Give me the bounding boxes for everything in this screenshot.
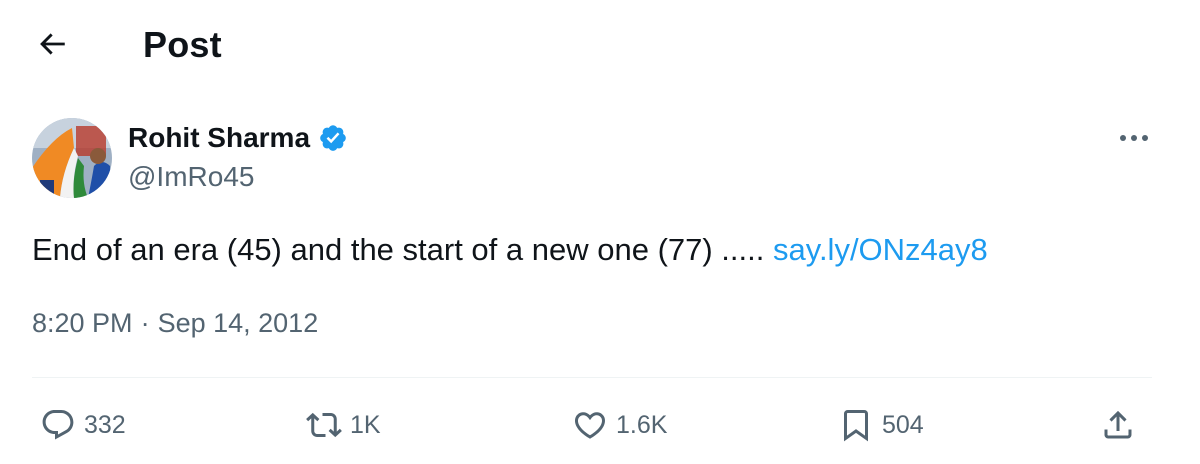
share-button[interactable] bbox=[1100, 400, 1136, 450]
bookmark-icon bbox=[844, 410, 868, 442]
verified-badge-icon[interactable] bbox=[318, 123, 348, 153]
profile-photo bbox=[32, 118, 112, 198]
back-button[interactable] bbox=[30, 22, 74, 66]
post-link[interactable]: say.ly/ONz4ay8 bbox=[773, 232, 988, 267]
repost-icon bbox=[306, 412, 342, 438]
divider bbox=[32, 377, 1152, 378]
meta-separator: · bbox=[140, 308, 150, 338]
author-name[interactable]: Rohit Sharma bbox=[128, 122, 310, 154]
page-title: Post bbox=[143, 24, 222, 65]
reply-button[interactable]: 332 bbox=[40, 400, 126, 450]
bookmark-count: 504 bbox=[882, 410, 924, 439]
repost-button[interactable]: 1K bbox=[306, 400, 381, 450]
post-meta: 8:20 PM · Sep 14, 2012 bbox=[32, 308, 318, 339]
heart-icon bbox=[574, 412, 606, 439]
post-body: End of an era (45) and the start of a ne… bbox=[32, 232, 765, 267]
like-count: 1.6K bbox=[616, 410, 668, 439]
post-detail-page: Post Rohit Sharma @ImRo45 End of an era … bbox=[0, 0, 1200, 464]
post-text: End of an era (45) and the start of a ne… bbox=[32, 230, 988, 270]
repost-count: 1K bbox=[350, 410, 381, 439]
reply-icon bbox=[42, 410, 74, 440]
like-button[interactable]: 1.6K bbox=[572, 400, 667, 450]
avatar[interactable] bbox=[32, 118, 112, 198]
post-time[interactable]: 8:20 PM bbox=[32, 308, 133, 339]
author-name-row: Rohit Sharma bbox=[128, 122, 348, 154]
reply-count: 332 bbox=[84, 410, 126, 439]
more-options-button[interactable] bbox=[1114, 120, 1154, 156]
header: Post bbox=[0, 0, 1200, 88]
more-horizontal-icon bbox=[1120, 135, 1148, 141]
bookmark-button[interactable]: 504 bbox=[838, 400, 924, 450]
action-bar: 332 1K 1.6K 504 bbox=[32, 400, 1152, 450]
arrow-left-icon bbox=[40, 33, 65, 55]
author-handle[interactable]: @ImRo45 bbox=[128, 161, 254, 193]
share-icon bbox=[1104, 410, 1132, 439]
post-date[interactable]: Sep 14, 2012 bbox=[158, 308, 319, 339]
